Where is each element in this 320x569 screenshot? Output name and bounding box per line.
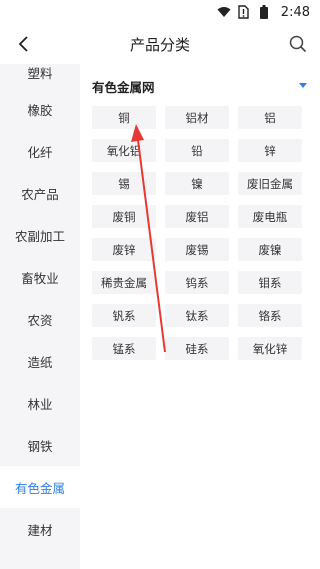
chip-scrap-copper[interactable]: 废铜 (92, 205, 156, 228)
sidebar-item-agricultural-products[interactable]: 农产品 (0, 172, 80, 214)
sidebar-item-label: 造纸 (27, 354, 53, 370)
chip-scrap-nickel[interactable]: 废镍 (238, 238, 302, 261)
section-header[interactable]: 有色金属网 (92, 76, 308, 96)
chip-copper[interactable]: 铜 (92, 106, 156, 129)
wifi-icon (217, 5, 231, 19)
chip-tin[interactable]: 锡 (92, 172, 156, 195)
chip-alumina[interactable]: 氧化铝 (92, 139, 156, 162)
sidebar-item-label: 林业 (27, 396, 53, 412)
battery-icon (257, 5, 271, 19)
no-sim-icon (237, 5, 251, 19)
sidebar-item-label: 化纤 (27, 144, 53, 160)
chip-molybdenum[interactable]: 钼系 (238, 271, 302, 294)
sidebar-item-agri-supplies[interactable]: 农资 (0, 298, 80, 340)
chip-manganese[interactable]: 锰系 (92, 337, 156, 360)
chip-silicon[interactable]: 硅系 (165, 337, 229, 360)
page-title: 产品分类 (129, 35, 190, 54)
sidebar-item-livestock[interactable]: 畜牧业 (0, 256, 80, 298)
sidebar-item-nonferrous-metals[interactable]: 有色金属 (0, 466, 80, 508)
sidebar-item-label: 建材 (27, 522, 53, 538)
sidebar-item-chemical-fiber[interactable]: 化纤 (0, 130, 80, 172)
chip-scrap-battery[interactable]: 废电瓶 (238, 205, 302, 228)
sidebar-item-papermaking[interactable]: 造纸 (0, 340, 80, 382)
chip-zinc-oxide[interactable]: 氧化锌 (238, 337, 302, 360)
chip-scrap-tin[interactable]: 废锡 (165, 238, 229, 261)
sidebar-item-label: 橡胶 (27, 102, 53, 118)
chip-scrap-aluminum[interactable]: 废铝 (165, 205, 229, 228)
sidebar-item-building-materials[interactable]: 建材 (0, 508, 80, 550)
chip-lead[interactable]: 铅 (165, 139, 229, 162)
chip-aluminum-profile[interactable]: 铝材 (165, 106, 229, 129)
sidebar-item-agri-processing[interactable]: 农副加工 (0, 214, 80, 256)
sidebar-item-steel[interactable]: 钢铁 (0, 424, 80, 466)
sidebar-item-forestry[interactable]: 林业 (0, 382, 80, 424)
category-content: 有色金属网 铜 铝材 铝 氧化铝 铅 锌 锡 镍 废旧金属 废铜 废铝 废电瓶 … (80, 64, 320, 569)
caret-down-icon[interactable] (298, 81, 308, 91)
sidebar-item-label: 有色金属 (14, 480, 65, 496)
chip-vanadium[interactable]: 钒系 (92, 304, 156, 327)
sidebar-item-label: 农副加工 (14, 228, 65, 244)
chip-scrap-zinc[interactable]: 废锌 (92, 238, 156, 261)
sidebar-item-rubber[interactable]: 橡胶 (0, 88, 80, 130)
sidebar-item-plastics[interactable]: 塑料 (0, 64, 80, 82)
sidebar-item-label: 塑料 (27, 66, 53, 81)
sidebar-item-label: 农产品 (21, 186, 59, 202)
chip-zinc[interactable]: 锌 (238, 139, 302, 162)
chip-nickel[interactable]: 镍 (165, 172, 229, 195)
status-bar: 2:48 (0, 0, 320, 24)
category-sidebar: 塑料 橡胶 化纤 农产品 农副加工 畜牧业 农资 造纸 林业 钢铁 有色金属 建… (0, 64, 80, 569)
section-title: 有色金属网 (92, 79, 155, 95)
search-button[interactable] (286, 32, 310, 56)
sidebar-item-label: 钢铁 (27, 438, 53, 454)
back-button[interactable] (12, 32, 36, 56)
app-header: 产品分类 (0, 24, 320, 65)
chip-titanium[interactable]: 钛系 (165, 304, 229, 327)
sidebar-item-label: 农资 (27, 312, 53, 328)
chip-aluminum[interactable]: 铝 (238, 106, 302, 129)
search-icon (289, 35, 307, 53)
chip-chromium[interactable]: 铬系 (238, 304, 302, 327)
chevron-left-icon (18, 36, 28, 52)
sidebar-item-label: 畜牧业 (21, 270, 59, 286)
chip-tungsten[interactable]: 钨系 (165, 271, 229, 294)
subcategory-grid: 铜 铝材 铝 氧化铝 铅 锌 锡 镍 废旧金属 废铜 废铝 废电瓶 废锌 废锡 … (92, 106, 302, 360)
chip-precious-metals[interactable]: 稀贵金属 (92, 271, 156, 294)
chip-scrap-metal[interactable]: 废旧金属 (238, 172, 302, 195)
status-time: 2:48 (280, 4, 310, 20)
